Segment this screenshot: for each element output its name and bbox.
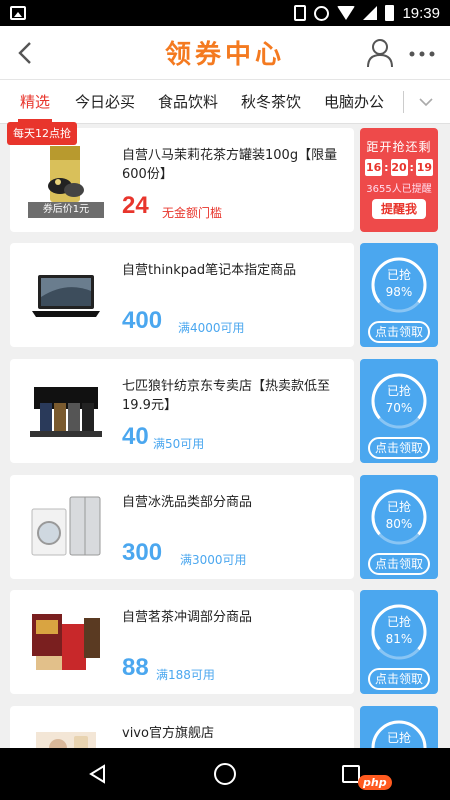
timer-hours: 16 xyxy=(365,159,383,176)
coupon-amount: 400 xyxy=(122,307,163,334)
wifi-icon xyxy=(337,6,356,20)
app-header: 领券中心 xyxy=(0,26,450,80)
coupon-card-featured: 每天12点抢 券后价1元 自营八马茉莉花茶方罐装100g【限量600份】 24 … xyxy=(7,122,438,232)
coupon-card: 自营茗茶冲调部分商品 88 满188可用 已抢 81% 点击领取 xyxy=(10,590,438,694)
nav-home-icon[interactable] xyxy=(214,763,236,785)
signal-icon xyxy=(363,6,378,20)
grab-panel: 已抢 98% 点击领取 xyxy=(360,243,438,347)
claim-button[interactable]: 点击领取 xyxy=(368,668,430,690)
grabbed-percent: 70% xyxy=(385,401,413,415)
claim-button[interactable]: 点击领取 xyxy=(368,321,430,343)
product-name: 自营茗茶冲调部分商品 xyxy=(122,610,253,625)
page-title: 领券中心 xyxy=(164,40,285,70)
tea-drinks-product-image xyxy=(32,614,100,670)
countdown-timer: 16 : 20 : 19 xyxy=(365,159,433,176)
tab-autumn-winter-tea[interactable]: 秋冬茶饮 xyxy=(241,80,301,124)
tab-featured[interactable]: 精选 xyxy=(17,80,53,124)
coupon-amount: 24 xyxy=(122,192,149,219)
grabbed-percent: 98% xyxy=(385,285,413,299)
grab-panel: 已抢 70% 点击领取 xyxy=(360,359,438,463)
coupon-condition: 满188可用 xyxy=(156,668,215,682)
coupon-condition: 无金额门槛 xyxy=(162,206,223,220)
category-tabs: 精选 今日必买 食品饮料 秋冬茶饮 电脑办公 xyxy=(0,80,450,124)
coupon-info[interactable]: 七匹狼针纺京东专卖店【热卖款低至19.9元】 40 满50可用 xyxy=(10,359,354,463)
coupon-info[interactable]: 自营冰洗品类部分商品 300 满3000可用 xyxy=(10,475,354,579)
remind-me-button[interactable]: 提醒我 xyxy=(372,199,426,219)
grabbed-label: 已抢 xyxy=(386,615,411,629)
more-icon[interactable] xyxy=(408,50,436,58)
coupon-amount: 40 xyxy=(122,423,149,450)
coupon-condition: 满3000可用 xyxy=(180,553,247,567)
system-nav-bar: php xyxy=(0,748,450,800)
php-watermark-logo: php xyxy=(358,775,392,790)
countdown-panel: 距开抢还剩 16 : 20 : 19 3655人已提醒 提醒我 xyxy=(360,128,438,232)
coupon-card: 自营冰洗品类部分商品 300 满3000可用 已抢 80% 点击领取 xyxy=(10,475,438,579)
coupon-card: 七匹狼针纺京东专卖店【热卖款低至19.9元】 40 满50可用 已抢 70% 点… xyxy=(10,359,438,463)
tab-food-drinks[interactable]: 食品饮料 xyxy=(158,80,218,124)
coupon-info[interactable]: 自营茗茶冲调部分商品 88 满188可用 xyxy=(10,590,354,694)
grabbed-percent: 80% xyxy=(385,517,413,531)
laptop-product-image xyxy=(32,275,100,317)
grabbed-progress-ring: 已抢 70% xyxy=(369,371,429,431)
battery-icon xyxy=(385,5,395,21)
image-notification-icon xyxy=(10,6,26,20)
product-name: 七匹狼针纺京东专卖店【热卖款低至19.9元】 xyxy=(122,379,331,413)
claim-button[interactable]: 点击领取 xyxy=(368,553,430,575)
grabbed-progress-ring: 已抢 98% xyxy=(369,255,429,315)
daily-badge: 每天12点抢 xyxy=(7,122,77,145)
grabbed-progress-ring: 已抢 80% xyxy=(369,487,429,547)
user-icon[interactable] xyxy=(366,38,394,68)
coupon-amount: 300 xyxy=(122,539,163,566)
nav-back-icon[interactable] xyxy=(88,764,108,784)
grabbed-label: 已抢 xyxy=(386,731,411,745)
grabbed-label: 已抢 xyxy=(386,384,411,398)
grabbed-label: 已抢 xyxy=(386,500,411,514)
coupon-amount: 88 xyxy=(122,654,149,681)
coupon-condition: 满50可用 xyxy=(153,437,205,451)
appliance-product-image xyxy=(31,496,101,556)
coupon-info[interactable]: 每天12点抢 券后价1元 自营八马茉莉花茶方罐装100g【限量600份】 24 … xyxy=(7,122,354,232)
remind-count: 3655人已提醒 xyxy=(366,184,432,195)
grab-panel: 已抢 80% 点击领取 xyxy=(360,475,438,579)
after-coupon-price-tag: 券后价1元 xyxy=(28,202,104,218)
alarm-icon xyxy=(314,5,330,21)
countdown-label: 距开抢还剩 xyxy=(366,140,432,154)
coupon-card: 自营thinkpad笔记本指定商品 400 满4000可用 已抢 98% 点击领… xyxy=(10,243,438,347)
timer-minutes: 20 xyxy=(390,159,408,176)
back-arrow-icon[interactable] xyxy=(14,40,36,66)
claim-button[interactable]: 点击领取 xyxy=(368,437,430,459)
clothing-product-image xyxy=(30,387,102,437)
status-bar: 19:39 xyxy=(0,0,450,26)
coupon-info[interactable]: 自营thinkpad笔记本指定商品 400 满4000可用 xyxy=(10,243,354,347)
coupon-condition: 满4000可用 xyxy=(178,321,245,335)
tab-computer-office[interactable]: 电脑办公 xyxy=(324,80,384,124)
product-name: vivo官方旗舰店 xyxy=(122,726,214,741)
grab-panel: 已抢 81% 点击领取 xyxy=(360,590,438,694)
product-name: 自营八马茉莉花茶方罐装100g【限量600份】 xyxy=(122,148,338,182)
tab-today-must-buy[interactable]: 今日必买 xyxy=(75,80,135,124)
vibrate-icon xyxy=(294,5,307,21)
grabbed-label: 已抢 xyxy=(386,268,411,282)
product-name: 自营thinkpad笔记本指定商品 xyxy=(122,263,297,278)
chevron-down-icon[interactable] xyxy=(418,92,434,112)
tab-divider xyxy=(403,91,404,113)
product-name: 自营冰洗品类部分商品 xyxy=(122,495,253,510)
timer-seconds: 19 xyxy=(415,159,433,176)
grabbed-progress-ring: 已抢 81% xyxy=(369,602,429,662)
grabbed-percent: 81% xyxy=(385,632,413,646)
status-time: 19:39 xyxy=(402,4,440,22)
